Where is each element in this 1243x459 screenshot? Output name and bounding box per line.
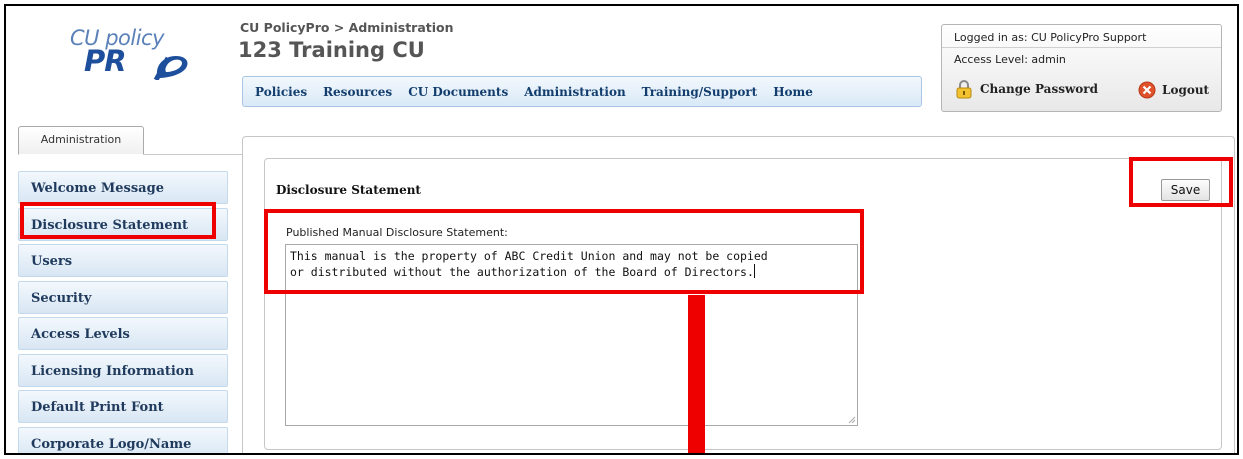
sidebar-item-default-print-font[interactable]: Default Print Font [18,390,228,423]
nav-item-policies[interactable]: Policies [255,85,307,99]
nav-item-training-support[interactable]: Training/Support [642,85,758,99]
cu-policypro-logo: CU policy PR [66,26,196,86]
logged-in-text: Logged in as: CU PolicyPro Support [954,31,1147,44]
nav-item-administration[interactable]: Administration [524,85,625,99]
sidebar-item-corporate-logo-name[interactable]: Corporate Logo/Name [18,426,228,453]
sidebar-item-access-levels[interactable]: Access Levels [18,317,228,350]
logout-icon [1138,81,1156,99]
annotation-arrow [688,295,705,453]
highlight-save-button [1129,157,1233,207]
change-password-label: Change Password [980,82,1099,96]
logout-button[interactable]: Logout [1138,81,1209,99]
logout-label: Logout [1162,83,1210,97]
breadcrumb: CU PolicyPro > Administration [240,20,454,35]
main-nav: Policies Resources CU Documents Administ… [242,76,922,107]
tab-administration[interactable]: Administration [18,126,144,155]
logo-line-2: PR [84,44,127,78]
change-password-button[interactable]: Change Password [956,79,1098,99]
nav-item-resources[interactable]: Resources [323,85,392,99]
sidebar-item-licensing-information[interactable]: Licensing Information [18,353,228,387]
highlight-disclosure-statement [20,202,216,239]
user-info-box: Logged in as: CU PolicyPro Support Acces… [941,24,1222,112]
sidebar-item-security[interactable]: Security [18,280,228,314]
lock-icon [956,80,972,99]
sidebar-item-users[interactable]: Users [18,244,228,277]
nav-item-home[interactable]: Home [773,85,813,99]
app-window: CU policy PR CU PolicyPro > Administrati… [4,4,1239,455]
logo-swoosh-icon [153,56,188,80]
highlight-disclosure-text [264,209,864,294]
nav-item-cu-documents[interactable]: CU Documents [408,85,508,99]
page-title: 123 Training CU [238,38,425,62]
divider [942,47,1221,48]
access-level-text: Access Level: admin [954,53,1066,66]
resize-grip-icon[interactable] [848,416,856,424]
sidebar-item-welcome-message[interactable]: Welcome Message [18,171,228,204]
section-title: Disclosure Statement [276,183,421,197]
